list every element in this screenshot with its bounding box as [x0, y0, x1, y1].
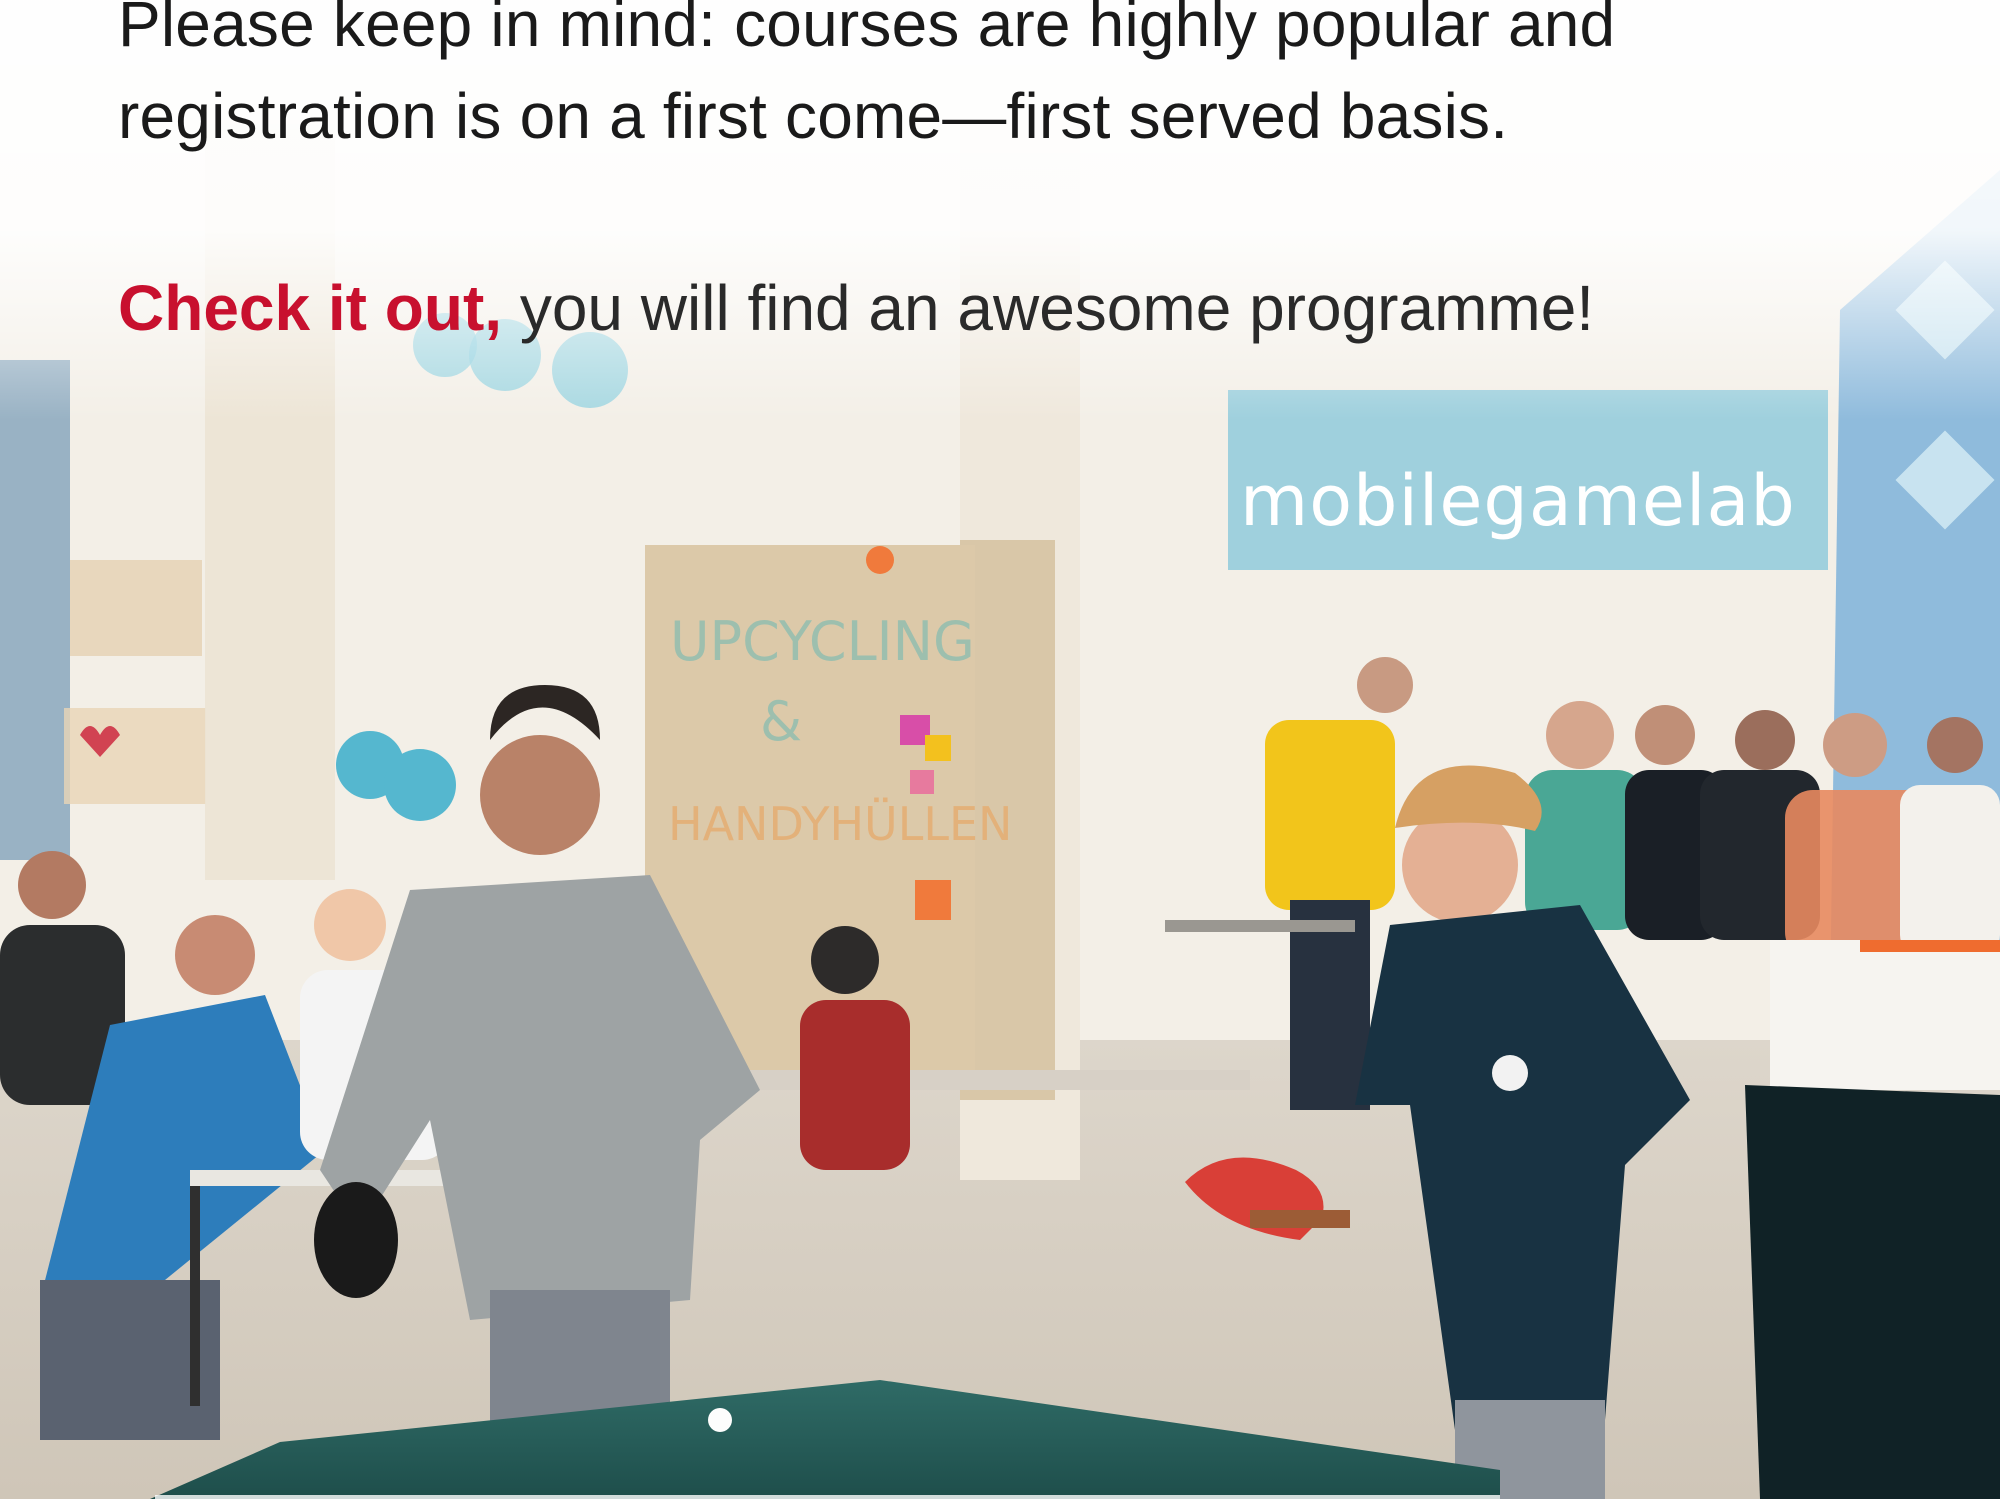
intro-line-2: registration is on a first come—first se…: [118, 80, 1509, 152]
svg-text:&: &: [760, 690, 802, 753]
svg-text:mobilegamelab: mobilegamelab: [1240, 460, 1796, 542]
svg-text:HANDYHÜLLEN: HANDYHÜLLEN: [668, 797, 1012, 851]
poster-text-block: Please keep in mind: courses are highly …: [118, 0, 1738, 354]
intro-line-1: Please keep in mind: courses are highly …: [118, 0, 1616, 60]
svg-text:UPCYCLING: UPCYCLING: [670, 610, 975, 673]
cta-highlight: Check it out,: [118, 272, 503, 344]
cta-rest: you will find an awesome programme!: [502, 272, 1595, 344]
poster-page: UPCYCLING & HANDYHÜLLEN mobilegamelab Pl…: [0, 0, 2000, 1499]
right-black-table: [1745, 1085, 2000, 1499]
cta-line: Check it out, you will find an awesome p…: [118, 262, 1738, 354]
